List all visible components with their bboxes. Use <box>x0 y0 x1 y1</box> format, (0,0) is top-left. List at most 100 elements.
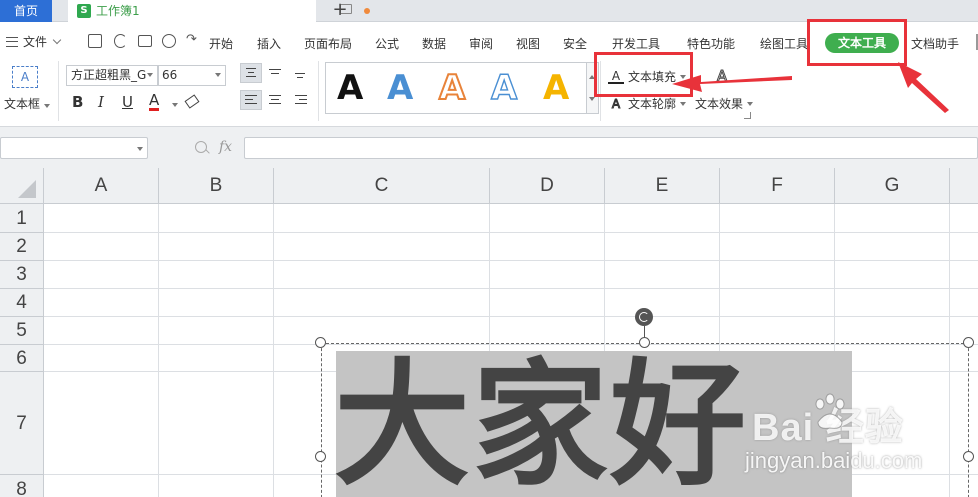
menu-view[interactable]: 视图 <box>516 35 540 52</box>
ribbon-toolbar: A 文本框 方正超粗黑_G 66 B I U A A A A A A A 文本填… <box>0 57 978 127</box>
column-header-c[interactable]: C <box>274 168 490 204</box>
textbox-button[interactable]: 文本框 <box>4 95 51 112</box>
font-size-select[interactable]: 66 <box>158 65 226 86</box>
text-effect-icon: A <box>716 67 728 86</box>
row-header-4[interactable]: 4 <box>0 289 44 317</box>
row-header-1[interactable]: 1 <box>0 204 44 233</box>
font-name-value: 方正超粗黑_G <box>71 68 147 82</box>
row-header-2[interactable]: 2 <box>0 233 44 261</box>
menu-data[interactable]: 数据 <box>422 35 446 52</box>
zoom-icon[interactable] <box>195 141 207 153</box>
column-header-f[interactable]: F <box>720 168 835 204</box>
row-header-6[interactable]: 6 <box>0 345 44 372</box>
annotation-box-text-fill <box>594 52 693 97</box>
resize-handle-n[interactable] <box>639 337 650 348</box>
column-header-g[interactable]: G <box>835 168 950 204</box>
file-menu-label: 文件 <box>23 35 48 49</box>
text-outline-button[interactable]: A 文本轮廓 <box>608 95 687 112</box>
font-color-button[interactable]: A <box>149 93 160 111</box>
tab-home[interactable]: 首页 <box>0 0 52 22</box>
text-effect-icon-button[interactable]: A <box>714 67 734 86</box>
dialog-launcher-icon[interactable] <box>744 112 751 119</box>
grid-line <box>44 260 978 261</box>
ribbon-divider <box>58 61 59 121</box>
text-outline-label: 文本轮廓 <box>628 97 677 111</box>
select-all-icon <box>18 180 36 198</box>
annotation-box-text-tools <box>807 19 907 66</box>
style-black-solid[interactable]: A <box>337 70 363 106</box>
resize-handle-e[interactable] <box>963 451 974 462</box>
menu-developer[interactable]: 开发工具 <box>612 35 660 52</box>
row-header-3[interactable]: 3 <box>0 261 44 289</box>
textbox-label: 文本框 <box>4 97 41 111</box>
underline-button[interactable]: U <box>122 93 133 111</box>
row-header-8[interactable]: 8 <box>0 475 44 497</box>
align-center-button[interactable] <box>264 90 286 110</box>
grid-line <box>158 204 159 497</box>
bold-button[interactable]: B <box>72 93 83 111</box>
menu-doc-assistant[interactable]: 文档助手 <box>911 35 959 52</box>
scroll-down-icon <box>589 97 595 101</box>
formula-bar: fx <box>0 127 978 168</box>
style-gold-solid[interactable]: A <box>543 70 569 106</box>
align-middle-button[interactable] <box>264 63 286 83</box>
undo-icon[interactable] <box>114 34 127 48</box>
align-top-button[interactable] <box>240 63 262 83</box>
text-effect-label: 文本效果 <box>695 97 744 111</box>
grid-line <box>44 288 978 289</box>
menu-formula[interactable]: 公式 <box>375 35 399 52</box>
align-left-button[interactable] <box>240 90 262 110</box>
name-box[interactable] <box>0 137 148 159</box>
caret-down-icon <box>44 104 51 108</box>
menu-insert[interactable]: 插入 <box>257 35 281 52</box>
menu-start[interactable]: 开始 <box>209 35 233 52</box>
font-name-select[interactable]: 方正超粗黑_G <box>66 65 158 86</box>
fx-icon[interactable]: fx <box>219 139 232 155</box>
font-color-caret-icon[interactable] <box>172 103 178 107</box>
preview-icon[interactable] <box>162 34 176 48</box>
italic-button[interactable]: I <box>98 93 104 111</box>
column-header-d[interactable]: D <box>490 168 605 204</box>
text-effect-button[interactable]: 文本效果 <box>695 95 754 112</box>
caret-down-icon <box>680 101 687 106</box>
caret-down-icon <box>747 101 754 106</box>
column-header-b[interactable]: B <box>159 168 274 204</box>
textbox-icon[interactable]: A <box>12 66 38 88</box>
menu-review[interactable]: 审阅 <box>469 35 493 52</box>
print-icon[interactable] <box>138 35 152 47</box>
new-tab-button[interactable]: + <box>330 0 350 22</box>
save-icon[interactable] <box>88 34 102 48</box>
menu-drawing-tools[interactable]: 绘图工具 <box>760 35 808 52</box>
watermark-url: jingyan.baidu.com <box>745 448 923 473</box>
column-header-a[interactable]: A <box>44 168 159 204</box>
column-header-bar: A B C D E F G <box>0 168 978 204</box>
grid-line <box>44 232 978 233</box>
style-orange-outline[interactable]: A <box>438 69 466 107</box>
rotate-icon[interactable] <box>635 308 653 326</box>
grid-line <box>273 204 274 497</box>
spreadsheet-icon: S <box>77 4 91 18</box>
tab-workbook[interactable]: S 工作簿1 <box>68 0 370 22</box>
column-header-e[interactable]: E <box>605 168 720 204</box>
row-header-7[interactable]: 7 <box>0 372 44 475</box>
row-header-5[interactable]: 5 <box>0 317 44 345</box>
align-right-button[interactable] <box>290 90 312 110</box>
eraser-icon[interactable] <box>184 94 200 109</box>
resize-handle-nw[interactable] <box>315 337 326 348</box>
file-menu[interactable]: 文件 <box>6 33 62 50</box>
tab-workbook-title: 工作簿1 <box>96 4 140 18</box>
redo-icon[interactable]: ↷ <box>186 32 200 47</box>
menu-page-layout[interactable]: 页面布局 <box>304 35 352 52</box>
align-bottom-button[interactable] <box>290 63 312 83</box>
ribbon-divider <box>318 61 319 121</box>
formula-input[interactable] <box>244 137 978 159</box>
menu-features[interactable]: 特色功能 <box>687 35 735 52</box>
resize-handle-w[interactable] <box>315 451 326 462</box>
menu-security[interactable]: 安全 <box>563 35 587 52</box>
resize-handle-ne[interactable] <box>963 337 974 348</box>
select-all-corner[interactable] <box>0 168 44 204</box>
chevron-down-icon <box>52 35 62 45</box>
style-blue-outline[interactable]: A <box>490 69 518 106</box>
dropdown-arrow-icon <box>137 147 143 151</box>
style-blue-solid[interactable]: A <box>387 70 413 106</box>
